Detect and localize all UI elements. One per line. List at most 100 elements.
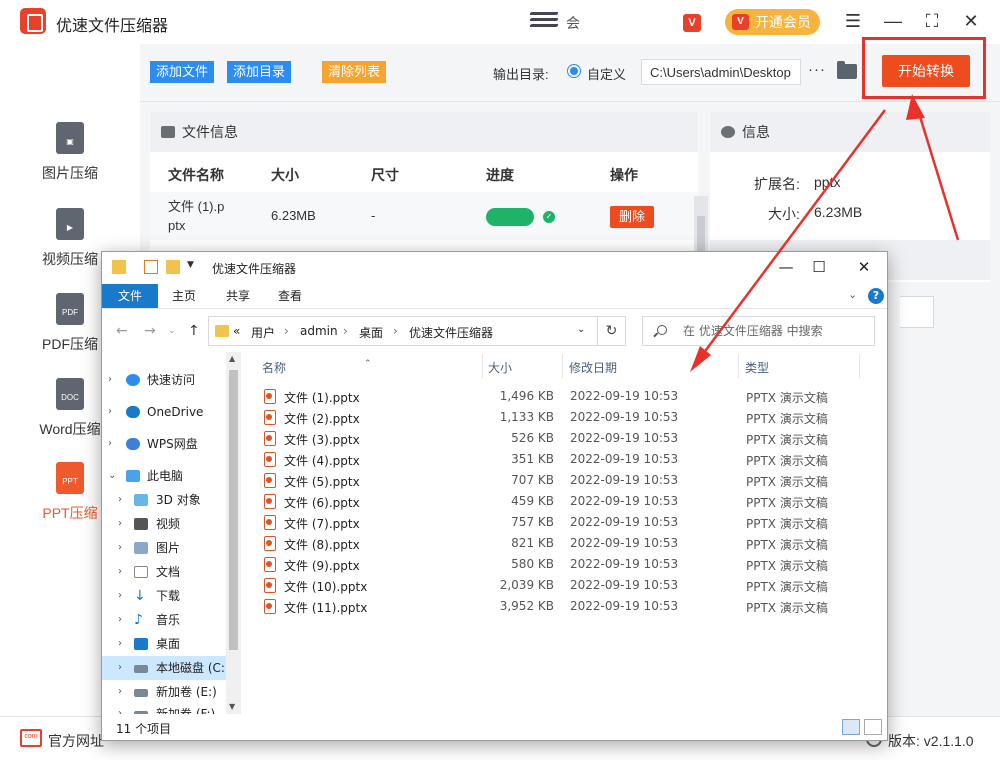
pptx-file-icon: [264, 473, 276, 488]
tree-item-wps-drive[interactable]: › WPS网盘: [102, 432, 226, 456]
sidebar-item-image[interactable]: ▣ 图片压缩: [0, 118, 140, 198]
item-count: 11 个项目: [116, 722, 172, 736]
maximize-icon[interactable]: ☐: [805, 256, 833, 278]
delete-button[interactable]: 删除: [610, 206, 654, 228]
ppt-file-icon: PPT: [56, 462, 84, 494]
up-arrow-icon[interactable]: ↑: [188, 323, 200, 339]
breadcrumb-admin[interactable]: admin: [300, 324, 338, 338]
tree-item-videos[interactable]: › 视频: [102, 512, 226, 536]
new-folder-icon[interactable]: [166, 260, 180, 274]
tab-share[interactable]: 共享: [216, 284, 260, 308]
tree-item-3d-objects[interactable]: › 3D 对象: [102, 488, 226, 512]
address-dropdown-icon[interactable]: ⌄: [577, 324, 585, 335]
settings-select[interactable]: [900, 296, 934, 328]
list-item[interactable]: 文件 (1).pptx 1,496 KB 2022-09-19 10:53 PPTX …: [260, 386, 860, 407]
tree-item-this-pc[interactable]: ⌄ 此电脑: [102, 464, 226, 488]
computer-icon: [126, 470, 140, 482]
list-item[interactable]: 文件 (9).pptx 580 KB 2022-09-19 10:53 PPTX 演示…: [260, 554, 860, 575]
tree-item-pictures[interactable]: › 图片: [102, 536, 226, 560]
tree-item-downloads[interactable]: › ↓ 下载: [102, 584, 226, 608]
close-icon[interactable]: ✕: [960, 10, 982, 32]
ad-text[interactable]: 会: [566, 13, 580, 33]
col-header-name[interactable]: 名称: [262, 359, 286, 376]
nav-scrollbar[interactable]: ▲ ▼: [226, 352, 241, 714]
pptx-file-icon: [264, 578, 276, 593]
file-table-header: 文件名称 大小 尺寸 进度 操作: [150, 152, 698, 192]
menu-icon[interactable]: ☰: [842, 10, 864, 32]
details-view-icon[interactable]: [842, 719, 860, 735]
list-item[interactable]: 文件 (3).pptx 526 KB 2022-09-19 10:53 PPTX 演示…: [260, 428, 860, 449]
cloud-icon: [126, 406, 140, 418]
file-type: PPTX 演示文稿: [746, 601, 828, 615]
list-item[interactable]: 文件 (11).pptx 3,952 KB 2022-09-19 10:53 PPTX…: [260, 596, 860, 617]
breadcrumb-overflow[interactable]: «: [233, 324, 240, 338]
pptx-file-icon: [264, 410, 276, 425]
breadcrumb-desktop[interactable]: 桌面: [359, 324, 383, 341]
maximize-icon[interactable]: ⛶: [921, 10, 943, 32]
file-type: PPTX 演示文稿: [746, 433, 828, 447]
address-bar[interactable]: « 用户 › admin › 桌面 › 优速文件压缩器 ⌄: [208, 316, 598, 346]
website-icon[interactable]: com: [20, 729, 42, 747]
back-arrow-icon[interactable]: ←: [116, 323, 128, 339]
tree-item-drive-c[interactable]: › 本地磁盘 (C:): [102, 656, 230, 680]
website-link[interactable]: 官方网址: [48, 731, 104, 751]
list-item[interactable]: 文件 (10).pptx 2,039 KB 2022-09-19 10:53 PPTX…: [260, 575, 860, 596]
forward-arrow-icon[interactable]: →: [144, 323, 156, 339]
open-folder-icon[interactable]: [837, 61, 857, 79]
list-item[interactable]: 文件 (8).pptx 821 KB 2022-09-19 10:53 PPTX 演示…: [260, 533, 860, 554]
help-icon[interactable]: ?: [868, 288, 884, 304]
list-item[interactable]: 文件 (6).pptx 459 KB 2022-09-19 10:53 PPTX 演示…: [260, 491, 860, 512]
list-item[interactable]: 文件 (4).pptx 351 KB 2022-09-19 10:53 PPTX 演示…: [260, 449, 860, 470]
tree-item-drive-e[interactable]: › 新加卷 (E:): [102, 680, 226, 704]
tree-item-drive-f[interactable]: › 新加卷 (F:): [102, 702, 226, 714]
custom-dir-label[interactable]: 自定义: [587, 64, 626, 83]
tree-item-documents[interactable]: › 文档: [102, 560, 226, 584]
tree-item-music[interactable]: › ♪ 音乐: [102, 608, 226, 632]
sidebar-item-label: 图片压缩: [42, 165, 98, 181]
expand-ribbon-icon[interactable]: ⌄: [848, 288, 857, 301]
custom-dir-radio[interactable]: [567, 64, 581, 78]
picture-icon: [134, 542, 148, 554]
pdf-file-icon: PDF: [56, 293, 84, 325]
clear-list-button[interactable]: 清除列表: [322, 61, 387, 83]
file-name: 文件 (9).pptx: [284, 559, 360, 573]
ribbon-tabs: 文件 主页 共享 查看 ⌄ ?: [102, 284, 887, 308]
vip-button[interactable]: V 开通会员: [725, 9, 820, 35]
list-item[interactable]: 文件 (2).pptx 1,133 KB 2022-09-19 10:53 PPTX …: [260, 407, 860, 428]
breadcrumb-current[interactable]: 优速文件压缩器: [409, 324, 493, 341]
tree-item-onedrive[interactable]: › OneDrive: [102, 400, 226, 424]
tab-view[interactable]: 查看: [268, 284, 312, 308]
table-row[interactable]: 文件 (1).p ptx 6.23MB - ✓ 删除: [150, 192, 698, 240]
list-item[interactable]: 文件 (5).pptx 707 KB 2022-09-19 10:53 PPTX 演示…: [260, 470, 860, 491]
close-icon[interactable]: ✕: [850, 256, 878, 278]
add-file-button[interactable]: 添加文件: [150, 61, 215, 83]
tab-home[interactable]: 主页: [162, 284, 206, 308]
breadcrumb-users[interactable]: 用户: [251, 324, 275, 341]
search-input[interactable]: 在 优速文件压缩器 中搜索: [642, 316, 875, 346]
info-title: 信息: [742, 124, 770, 140]
col-header-size[interactable]: 大小: [488, 359, 512, 376]
quick-access-dropdown-icon[interactable]: ▼: [187, 260, 201, 274]
output-path-input[interactable]: [641, 59, 801, 85]
pptx-file-icon: [264, 431, 276, 446]
list-item[interactable]: 文件 (7).pptx 757 KB 2022-09-19 10:53 PPTX 演示…: [260, 512, 860, 533]
minimize-icon[interactable]: —: [882, 10, 904, 32]
add-directory-button[interactable]: 添加目录: [227, 61, 292, 83]
tree-item-desktop[interactable]: › 桌面: [102, 632, 226, 656]
col-header-type[interactable]: 类型: [745, 359, 769, 376]
tab-file[interactable]: 文件: [102, 284, 158, 308]
file-size: 3,952 KB: [499, 599, 554, 613]
app-title: 优速文件压缩器: [56, 18, 169, 35]
file-list-pane: ⌃ 名称 大小 修改日期 类型 文件 (1).pptx 1,496 KB 2022-…: [242, 352, 887, 714]
tree-item-quick-access[interactable]: › 快速访问: [102, 368, 226, 392]
recent-dropdown-icon[interactable]: ⌄: [168, 326, 176, 336]
col-header-date[interactable]: 修改日期: [569, 359, 617, 376]
large-icons-view-icon[interactable]: [864, 719, 882, 735]
refresh-icon[interactable]: ↻: [598, 316, 626, 346]
music-icon: ♪: [134, 612, 143, 628]
properties-icon[interactable]: [144, 260, 158, 274]
minimize-icon[interactable]: —: [772, 256, 800, 278]
ad-logo-icon[interactable]: [529, 12, 559, 32]
more-options-icon[interactable]: ···: [808, 61, 826, 78]
gear-icon: [721, 126, 735, 138]
